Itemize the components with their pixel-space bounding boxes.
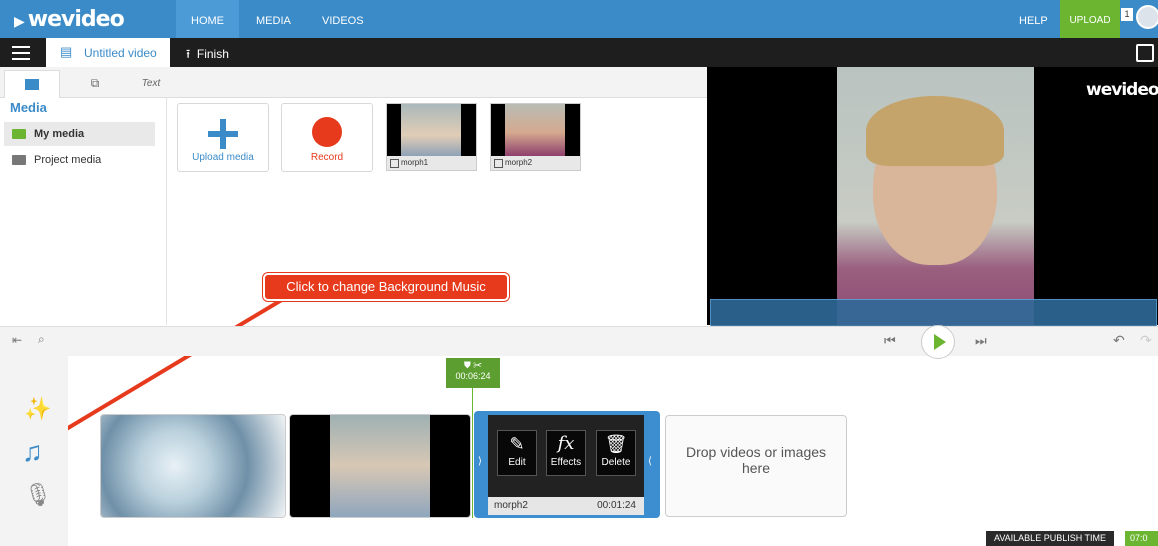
pencil-icon: ✎ xyxy=(509,434,525,454)
background-music-callout: Click to change Background Music xyxy=(263,273,509,301)
clip-footer: morph2 00:01:24 xyxy=(488,497,644,515)
undo-icon[interactable]: ↶ xyxy=(1113,332,1125,349)
delete-button[interactable]: 🗑 Delete xyxy=(596,430,636,476)
trash-icon: 🗑 xyxy=(604,434,628,454)
clip-duration: 00:01:24 xyxy=(597,500,636,511)
dropzone-text: Drop videos or images here xyxy=(685,444,827,476)
redo-icon[interactable]: ↷ xyxy=(1140,332,1152,349)
collapse-icon[interactable]: ⇤ xyxy=(12,333,22,347)
effects-button[interactable]: fx Effects xyxy=(546,430,586,476)
playhead-line xyxy=(472,388,473,518)
timeline-clip-2[interactable] xyxy=(289,414,471,518)
publish-time-label: AVAILABLE PUBLISH TIME xyxy=(986,531,1115,546)
skip-forward-icon[interactable]: ⏭ xyxy=(975,333,987,349)
zoom-search-icon[interactable]: ⌕ xyxy=(38,332,45,347)
timeline-clip-1[interactable] xyxy=(100,414,286,518)
clip-trim-left-handle[interactable]: ⟩ xyxy=(478,456,482,467)
music-note-icon[interactable]: ♫ xyxy=(22,436,43,468)
publish-time-value: 07:0 xyxy=(1125,531,1158,546)
clip-trim-right-handle[interactable]: ⟨ xyxy=(648,456,652,467)
magic-wand-icon[interactable]: ✨ xyxy=(24,396,51,422)
dropzone[interactable]: Drop videos or images here xyxy=(665,415,847,517)
playhead-marker[interactable]: ⛊ ✂ 00:06:24 xyxy=(446,358,500,388)
playhead-icons: ⛊ ✂ xyxy=(464,360,482,370)
clip-thumbnail xyxy=(330,415,430,517)
fx-icon: fx xyxy=(557,433,575,454)
skip-back-icon[interactable]: ⏮ xyxy=(884,333,896,349)
microphone-icon[interactable]: 🎙 xyxy=(24,482,52,508)
playhead-time: 00:06:24 xyxy=(455,371,491,381)
edit-button[interactable]: ✎ Edit xyxy=(497,430,537,476)
clip-name: morph2 xyxy=(494,500,528,511)
play-button[interactable] xyxy=(921,325,955,359)
